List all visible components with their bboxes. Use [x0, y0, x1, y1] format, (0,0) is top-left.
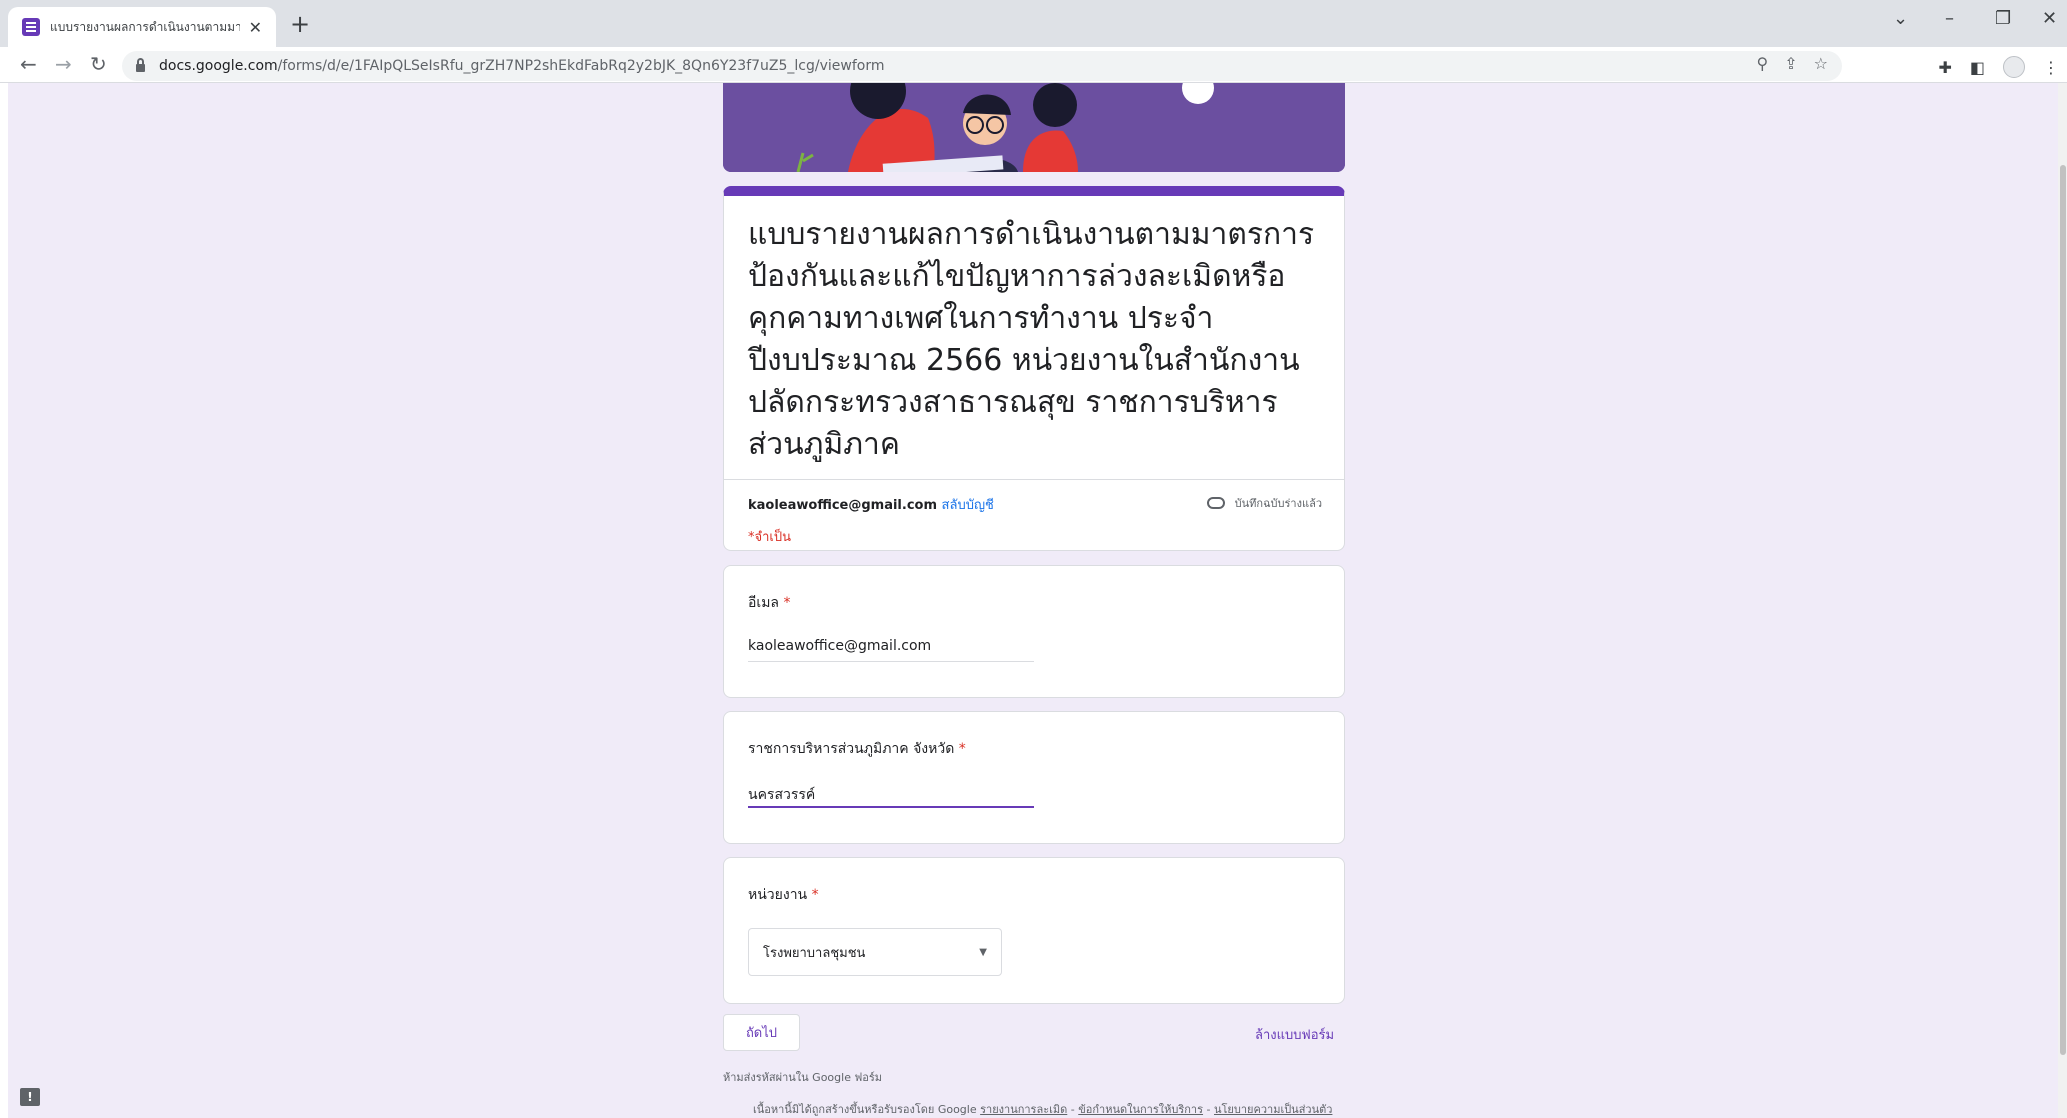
profile-avatar-icon[interactable] — [2003, 56, 2025, 78]
terms-link[interactable]: ข้อกำหนดในการให้บริการ — [1078, 1103, 1203, 1116]
account-row: kaoleawoffice@gmail.com สลับบัญชี — [748, 494, 994, 515]
privacy-link[interactable]: นโยบายความเป็นส่วนตัว — [1214, 1103, 1332, 1116]
tab-title: แบบรายงานผลการดำเนินงานตามมาตรการ — [50, 19, 240, 34]
next-button[interactable]: ถัดไป — [723, 1014, 800, 1051]
zoom-icon[interactable]: ⚲ — [1757, 54, 1769, 73]
form-header-image — [723, 83, 1345, 172]
required-note: *จำเป็น — [748, 530, 791, 545]
clear-form-button[interactable]: ล้างแบบฟอร์ม — [1255, 1024, 1334, 1045]
form-title-card: แบบรายงานผลการดำเนินงานตามมาตรการป้องกัน… — [723, 186, 1345, 551]
question-label: ราชการบริหารส่วนภูมิภาค จังหวัด * — [748, 741, 966, 757]
report-abuse-link[interactable]: รายงานการละเมิด — [980, 1103, 1067, 1116]
restore-icon[interactable]: ❐ — [1995, 8, 2011, 29]
dropdown-caret-icon: ▼ — [979, 946, 987, 958]
scrollbar-thumb[interactable] — [2060, 165, 2066, 1055]
question-card-agency: หน่วยงาน * โรงพยาบาลชุมชน ▼ — [723, 857, 1345, 1004]
form-title: แบบรายงานผลการดำเนินงานตามมาตรการป้องกัน… — [748, 217, 1315, 462]
address-bar[interactable]: docs.google.com/forms/d/e/1FAIpQLSeIsRfu… — [122, 51, 1842, 81]
agency-dropdown[interactable]: โรงพยาบาลชุมชน ▼ — [748, 928, 1002, 976]
reload-icon[interactable]: ↻ — [90, 52, 107, 76]
forward-icon[interactable]: → — [55, 52, 72, 76]
cloud-done-icon — [1206, 497, 1225, 509]
divider — [724, 479, 1344, 480]
browser-toolbar: ← → ↻ docs.google.com/forms/d/e/1FAIpQLS… — [0, 47, 2067, 83]
question-card-email: อีเมล * kaoleawoffice@gmail.com — [723, 565, 1345, 698]
chrome-menu-icon[interactable]: ⋮ — [2043, 58, 2059, 77]
report-problem-icon[interactable]: ! — [20, 1088, 40, 1106]
back-icon[interactable]: ← — [20, 52, 37, 76]
bookmark-star-icon[interactable]: ☆ — [1814, 54, 1828, 73]
footer-password-warning: ห้ามส่งรหัสผ่านใน Google ฟอร์ม — [723, 1071, 883, 1084]
switch-account-link[interactable]: สลับบัญชี — [942, 498, 994, 513]
draft-status: บันทึกฉบับร่างแล้ว — [1206, 494, 1322, 512]
new-tab-icon[interactable]: + — [290, 10, 310, 38]
side-panel-icon[interactable]: ◧ — [1970, 58, 1985, 77]
tab-search-chevron-icon[interactable]: ⌄ — [1893, 8, 1908, 29]
question-label: หน่วยงาน * — [748, 887, 819, 903]
email-input[interactable]: kaoleawoffice@gmail.com — [748, 638, 1034, 662]
draft-saved-text: บันทึกฉบับร่างแล้ว — [1234, 497, 1322, 510]
url-text: docs.google.com/forms/d/e/1FAIpQLSeIsRfu… — [159, 58, 885, 74]
tab-close-icon[interactable]: ✕ — [249, 18, 262, 37]
browser-tab-strip: แบบรายงานผลการดำเนินงานตามมาตรการ ✕ + ⌄ … — [0, 0, 2067, 47]
browser-tab[interactable]: แบบรายงานผลการดำเนินงานตามมาตรการ ✕ — [8, 7, 276, 47]
share-icon[interactable]: ⇪ — [1784, 54, 1797, 73]
agency-selected-value: โรงพยาบาลชุมชน — [763, 945, 866, 961]
question-card-province: ราชการบริหารส่วนภูมิภาค จังหวัด * นครสวร… — [723, 711, 1345, 844]
lock-icon — [136, 58, 145, 72]
question-label: อีเมล * — [748, 595, 791, 611]
minimize-icon[interactable]: – — [1945, 8, 1954, 29]
footer-disclaimer: เนื้อหานี้มิได้ถูกสร้างขึ้นหรือรับรองโดย… — [753, 1103, 1333, 1116]
account-email: kaoleawoffice@gmail.com — [748, 498, 938, 513]
google-forms-favicon-icon — [22, 18, 40, 36]
close-window-icon[interactable]: ✕ — [2042, 8, 2057, 29]
province-input[interactable]: นครสวรรค์ — [748, 784, 1034, 808]
extensions-icon[interactable]: ✚ — [1938, 58, 1951, 77]
